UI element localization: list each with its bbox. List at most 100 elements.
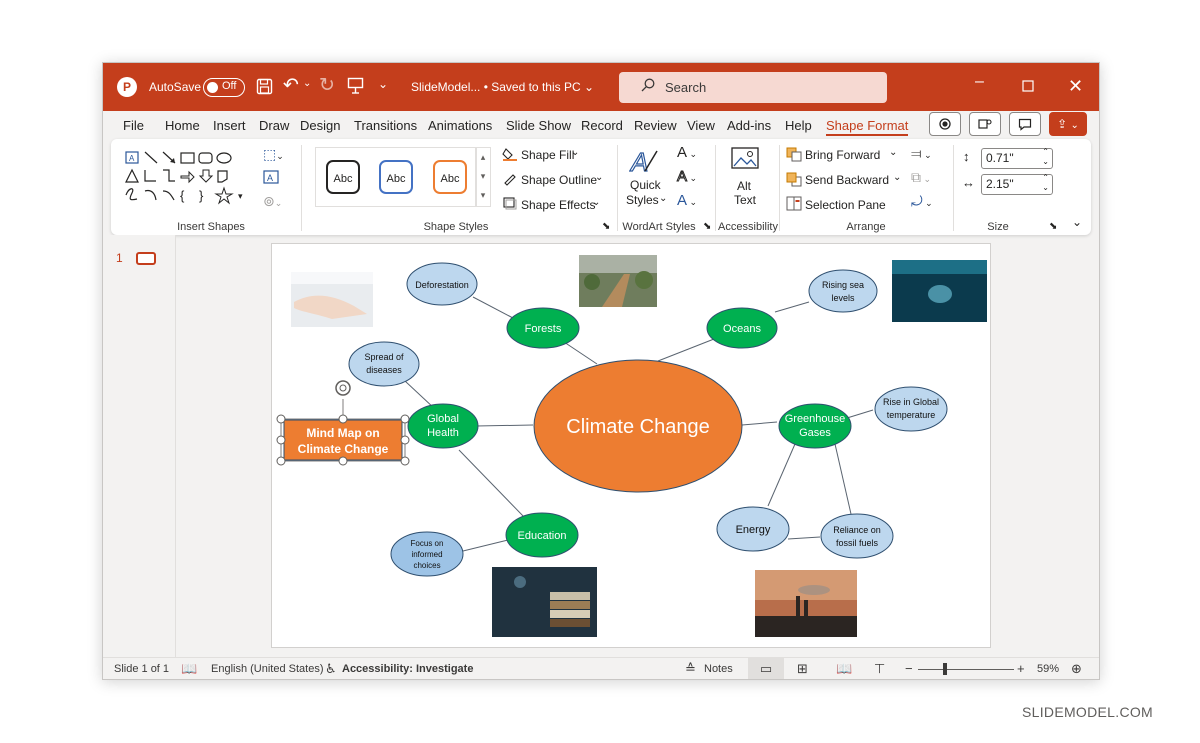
style-sample-orange[interactable]: Abc [433, 160, 467, 194]
more-icon[interactable]: ▾ [476, 186, 490, 205]
zoom-slider-thumb[interactable] [943, 663, 947, 675]
zoom-level[interactable]: 59% [1037, 663, 1059, 675]
normal-view-icon[interactable]: ▭ [748, 658, 784, 679]
undo-dropdown-icon[interactable]: ⌄ [303, 79, 311, 89]
height-spinner-icon[interactable]: ⌃ ⌄ [1042, 147, 1049, 167]
group-objects-icon[interactable]: ⧉ ⌄ [911, 169, 931, 186]
save-icon[interactable] [256, 78, 273, 98]
photo-ocean-plastic[interactable] [892, 260, 987, 322]
slide-thumbnail[interactable] [136, 252, 156, 265]
accessibility-status[interactable]: Accessibility: Investigate [342, 663, 473, 675]
tab-review[interactable]: Review [634, 118, 677, 133]
node-greenhouse-gases[interactable]: Greenhouse Gases [778, 403, 852, 449]
edit-shape-icon[interactable]: ⬚⌄ [263, 146, 284, 163]
tab-home[interactable]: Home [165, 118, 200, 133]
tab-draw[interactable]: Draw [259, 118, 289, 133]
bring-forward-button[interactable]: Bring Forward [805, 148, 880, 162]
notes-icon[interactable]: ≙ [685, 661, 696, 677]
quick-styles-label-2[interactable]: Styles [626, 193, 659, 207]
alt-text-label-1[interactable]: Alt [737, 179, 751, 193]
subnode-rising-sea-levels[interactable]: Rising sea levels [808, 269, 878, 313]
text-outline-icon[interactable]: A ⌄ [676, 168, 697, 186]
subnode-energy[interactable]: Energy [716, 506, 790, 552]
quick-styles-label-1[interactable]: Quick [630, 178, 661, 192]
tab-file[interactable]: File [123, 118, 144, 133]
notes-button[interactable]: Notes [704, 663, 733, 675]
reading-view-icon[interactable]: 📖 [836, 661, 852, 677]
photo-forest-road[interactable] [579, 255, 657, 307]
record-button[interactable] [929, 112, 961, 136]
undo-icon[interactable]: ↶ [283, 76, 299, 95]
size-launcher-icon[interactable]: ⬊ [1049, 221, 1057, 232]
search-box[interactable]: Search [619, 72, 887, 103]
autosave-toggle[interactable]: Off [203, 78, 245, 97]
zoom-in-icon[interactable]: + [1017, 661, 1025, 676]
fit-to-window-icon[interactable]: ⊕ [1071, 661, 1082, 677]
slide-count[interactable]: Slide 1 of 1 [114, 663, 169, 675]
accessibility-icon[interactable]: ♿ [325, 661, 337, 677]
tab-add-ins[interactable]: Add-ins [727, 118, 771, 133]
text-effects-icon[interactable]: A ⌄ [677, 192, 697, 209]
tab-insert[interactable]: Insert [213, 118, 246, 133]
shape-height-input[interactable]: 0.71" ⌃ ⌄ [981, 147, 1053, 169]
shape-outline-button[interactable]: Shape Outline [521, 173, 597, 187]
tab-animations[interactable]: Animations [428, 118, 492, 133]
customize-toolbar-icon[interactable]: ⌄ [378, 78, 388, 90]
style-sample-black[interactable]: Abc [326, 160, 360, 194]
shape-outline-dropdown-icon[interactable]: ⌄ [595, 172, 603, 183]
present-icon[interactable] [347, 77, 364, 98]
scroll-up-icon[interactable]: ▴ [476, 148, 490, 167]
comments-button[interactable] [1009, 112, 1041, 136]
shape-fill-dropdown-icon[interactable]: ⌄ [571, 147, 579, 158]
photo-books-scholar[interactable] [492, 567, 597, 637]
document-title[interactable]: SlideModel... • Saved to this PC ⌄ [411, 80, 594, 94]
text-box-icon[interactable]: A [263, 170, 279, 187]
shape-styles-gallery[interactable]: Abc Abc Abc [315, 147, 477, 207]
selection-pane-button[interactable]: Selection Pane [805, 198, 886, 212]
node-forests[interactable]: Forests [506, 307, 580, 349]
teams-button[interactable] [969, 112, 1001, 136]
slide-sorter-icon[interactable]: ⊞ [797, 661, 808, 677]
rotate-handle-icon[interactable] [335, 380, 351, 396]
photo-hand-ivdrip[interactable] [291, 272, 373, 327]
minimize-icon[interactable]: – [975, 73, 984, 91]
subnode-rise-in-global-temperature[interactable]: Rise in Global temperature [874, 386, 948, 432]
bring-forward-dropdown-icon[interactable]: ⌄ [889, 147, 897, 158]
node-global-health[interactable]: Global Health [407, 403, 479, 449]
subnode-deforestation[interactable]: Deforestation [406, 262, 478, 306]
tab-shape-format[interactable]: Shape Format [826, 118, 908, 133]
tab-transitions[interactable]: Transitions [354, 118, 417, 133]
slide-canvas[interactable]: Climate Change Forests Oceans Global Hea… [271, 243, 991, 648]
wordart-launcher-icon[interactable]: ⬊ [703, 221, 711, 232]
language-status[interactable]: English (United States) [211, 663, 324, 675]
text-fill-icon[interactable]: A ⌄ [677, 144, 697, 161]
share-button[interactable]: ⇪ ⌄ [1049, 112, 1087, 136]
maximize-icon[interactable] [1022, 79, 1034, 97]
shape-effects-dropdown-icon[interactable]: ⌄ [592, 197, 600, 208]
rotate-icon[interactable]: ⤾ ⌄ [911, 193, 933, 210]
width-spinner-icon[interactable]: ⌃ ⌄ [1042, 173, 1049, 193]
tab-view[interactable]: View [687, 118, 715, 133]
spelling-check-icon[interactable]: 📖 [181, 661, 197, 677]
subnode-reliance-on-fossil-fuels[interactable]: Reliance on fossil fuels [820, 513, 894, 559]
shape-fill-button[interactable]: Shape Fill [521, 148, 574, 162]
zoom-slider[interactable] [918, 663, 1014, 675]
zoom-out-icon[interactable]: − [905, 661, 913, 676]
node-education[interactable]: Education [505, 512, 579, 558]
send-backward-button[interactable]: Send Backward [805, 173, 889, 187]
central-node-climate-change[interactable]: Climate Change [533, 359, 743, 493]
tab-design[interactable]: Design [300, 118, 340, 133]
subnode-spread-of-diseases[interactable]: Spread of diseases [348, 341, 420, 387]
alt-text-label-2[interactable]: Text [734, 193, 756, 207]
quick-styles-dropdown-icon[interactable]: ⌄ [659, 193, 667, 204]
styles-scroll[interactable]: ▴ ▾ ▾ [475, 147, 491, 207]
close-icon[interactable]: ✕ [1068, 76, 1083, 97]
shape-width-input[interactable]: 2.15" ⌃ ⌄ [981, 173, 1053, 195]
shape-styles-launcher-icon[interactable]: ⬊ [602, 221, 610, 232]
redo-icon[interactable]: ↻ [319, 76, 335, 95]
align-icon[interactable]: ⫤ ⌄ [911, 145, 932, 162]
style-sample-blue[interactable]: Abc [379, 160, 413, 194]
tab-help[interactable]: Help [785, 118, 812, 133]
merge-shapes-icon[interactable]: ⊚⌄ [263, 193, 282, 210]
tab-record[interactable]: Record [581, 118, 623, 133]
